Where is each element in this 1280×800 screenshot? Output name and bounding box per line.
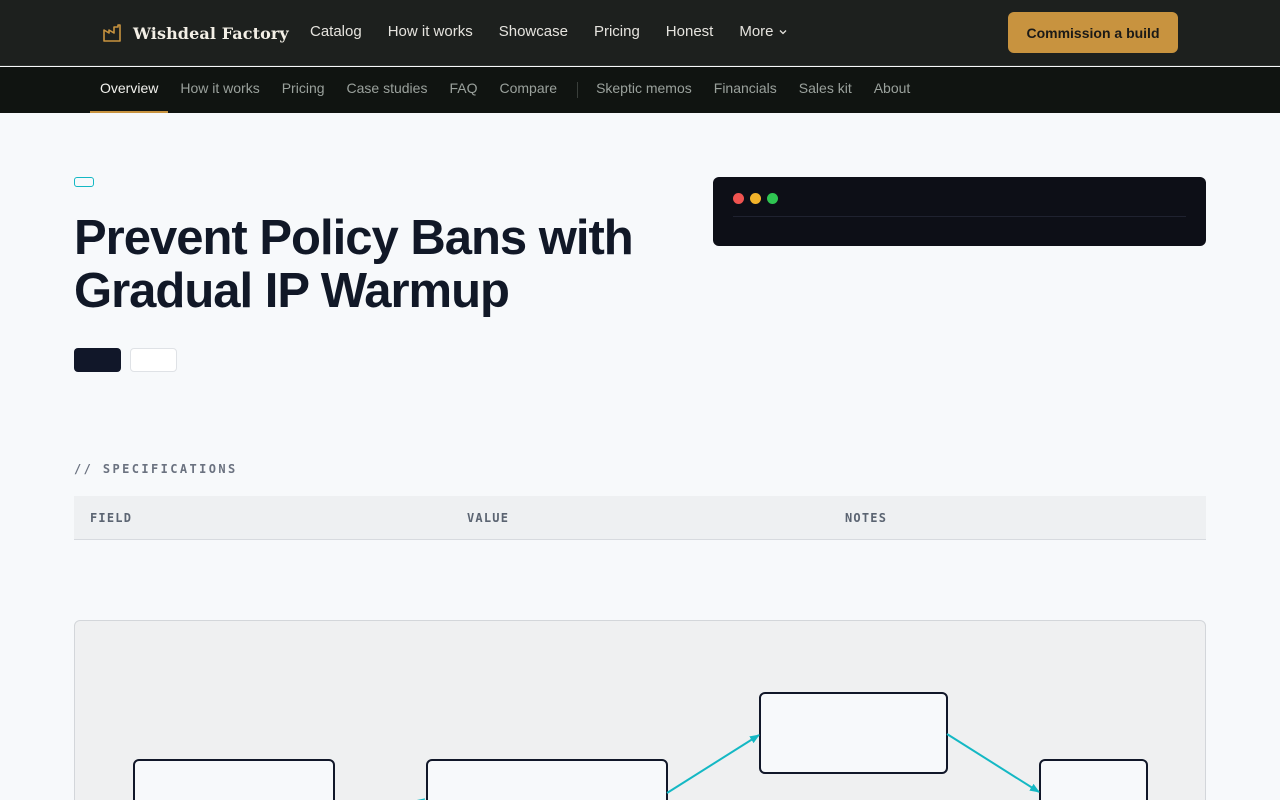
diagram-node	[133, 759, 335, 800]
hero-secondary-button[interactable]	[130, 348, 177, 372]
nav-honest[interactable]: Honest	[666, 22, 714, 42]
factory-icon	[103, 24, 121, 42]
subnav-overview[interactable]: Overview	[90, 67, 169, 113]
nav-more-dropdown[interactable]: More	[739, 22, 787, 42]
subnav-case-studies[interactable]: Case studies	[337, 67, 438, 113]
subnav-financials[interactable]: Financials	[704, 67, 787, 113]
brand-name: Wishdeal Factory	[133, 23, 289, 43]
flow-diagram	[74, 620, 1206, 800]
nav-how-it-works[interactable]: How it works	[388, 22, 473, 42]
subnav-skeptic-memos[interactable]: Skeptic memos	[586, 67, 702, 113]
subnav-faq[interactable]: FAQ	[439, 67, 487, 113]
page-title: Prevent Policy Bans with Gradual IP Warm…	[74, 211, 634, 318]
specifications-heading: // SPECIFICATIONS	[74, 462, 238, 476]
specifications-table-header: FIELD VALUE NOTES	[74, 496, 1206, 540]
column-header-notes: NOTES	[845, 511, 888, 525]
diagram-node	[1039, 759, 1148, 800]
terminal-window	[713, 177, 1206, 246]
nav-showcase[interactable]: Showcase	[499, 22, 568, 42]
subnav-sales-kit[interactable]: Sales kit	[789, 67, 862, 113]
nav-catalog[interactable]: Catalog	[310, 22, 362, 42]
brand-logo[interactable]: Wishdeal Factory	[103, 20, 289, 46]
diagram-node	[426, 759, 668, 800]
diagram-node	[759, 692, 948, 774]
diagram-arrow	[946, 733, 1040, 793]
commission-build-button[interactable]: Commission a build	[1008, 12, 1178, 53]
nav-more-label: More	[739, 23, 774, 40]
subnav-pricing[interactable]: Pricing	[272, 67, 335, 113]
nav-pricing[interactable]: Pricing	[594, 22, 640, 42]
column-header-field: FIELD	[90, 511, 133, 525]
hero-primary-button[interactable]	[74, 348, 121, 372]
section-subnav: Overview How it works Pricing Case studi…	[0, 67, 1280, 113]
terminal-divider	[733, 216, 1186, 217]
subnav-compare[interactable]: Compare	[489, 67, 567, 113]
window-close-dot	[733, 193, 744, 204]
window-maximize-dot	[767, 193, 778, 204]
subnav-divider	[577, 82, 579, 98]
eyebrow-badge	[74, 177, 94, 187]
main-nav: Catalog How it works Showcase Pricing Ho…	[310, 22, 814, 42]
subnav-how-it-works[interactable]: How it works	[170, 67, 269, 113]
top-navigation-bar: Wishdeal Factory Catalog How it works Sh…	[0, 0, 1280, 66]
subnav-about[interactable]: About	[864, 67, 921, 113]
chevron-down-icon	[779, 30, 786, 35]
flow-diagram-canvas	[133, 692, 1148, 800]
column-header-value: VALUE	[467, 511, 510, 525]
window-minimize-dot	[750, 193, 761, 204]
diagram-arrow	[666, 734, 760, 794]
